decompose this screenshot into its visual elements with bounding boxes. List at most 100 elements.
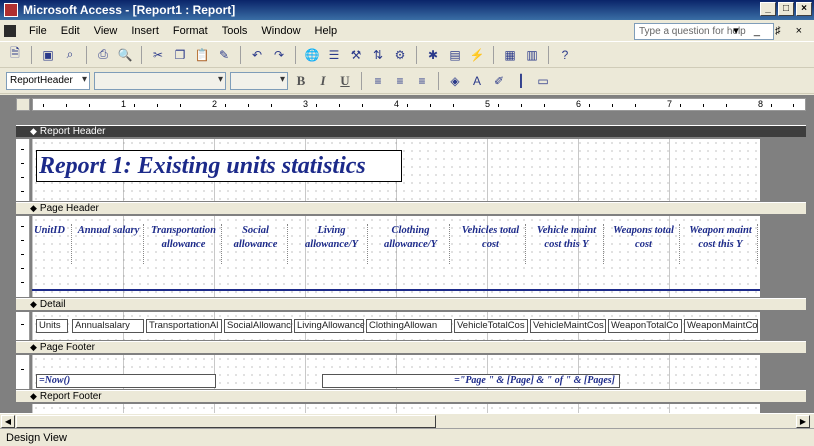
document-window-controls[interactable]: ▾ _ ♯ × (733, 24, 808, 37)
help-icon[interactable]: ? (556, 46, 574, 64)
section-arrow-icon: ◆ (30, 299, 37, 309)
header-underline (32, 289, 760, 291)
scroll-right-icon[interactable]: ▶ (796, 415, 810, 428)
report-footer-bar[interactable]: ◆ Report Footer (16, 390, 806, 403)
align-center-icon[interactable]: ≡ (391, 72, 409, 90)
view-icon[interactable]: 🗎 (6, 46, 24, 64)
detail-field-weaponmaint[interactable]: WeaponMaintCo (684, 319, 758, 333)
menu-tools[interactable]: Tools (215, 25, 255, 37)
report-title-label[interactable]: Report 1: Existing units statistics (36, 150, 402, 182)
vertical-ruler[interactable] (16, 355, 30, 389)
font-color-icon[interactable]: A (468, 72, 486, 90)
scroll-thumb[interactable] (16, 415, 436, 428)
column-header-weapon-maint[interactable]: Weapon maint cost this Y (684, 224, 758, 264)
page-header-label: Page Header (39, 203, 99, 214)
toolbar-separator (141, 45, 142, 64)
report-footer-label: Report Footer (39, 391, 102, 402)
fill-color-icon[interactable]: ◈ (446, 72, 464, 90)
vertical-ruler[interactable] (16, 216, 30, 297)
toolbox-icon[interactable]: ⚒ (347, 46, 365, 64)
detail-field-clothing[interactable]: ClothingAllowan (366, 319, 452, 333)
field-list-icon[interactable]: ☰ (325, 46, 343, 64)
line-width-icon[interactable]: ┃ (512, 72, 530, 90)
page-header-bar[interactable]: ◆ Page Header (16, 202, 806, 215)
print-preview-icon[interactable]: 🔍 (116, 46, 134, 64)
detail-field-units[interactable]: Units (36, 319, 68, 333)
underline-button[interactable]: U (336, 73, 354, 89)
ruler-mark: 2 (212, 99, 218, 109)
paste-icon[interactable]: 📋 (193, 46, 211, 64)
ruler-corner[interactable] (16, 98, 30, 111)
vertical-ruler[interactable] (16, 139, 30, 201)
detail-field-annualsalary[interactable]: Annualsalary (72, 319, 144, 333)
menu-view[interactable]: View (87, 25, 125, 37)
horizontal-scrollbar[interactable]: ◀ ▶ (0, 413, 814, 428)
object-select[interactable]: ReportHeader (6, 71, 90, 90)
detail-field-vehiclemaint[interactable]: VehicleMaintCos (530, 319, 606, 333)
column-header-unitid[interactable]: UnitID (34, 224, 72, 264)
code-icon[interactable]: ✱ (424, 46, 442, 64)
insert-hyperlink-icon[interactable]: 🌐 (303, 46, 321, 64)
autoformat-icon[interactable]: ⚙ (391, 46, 409, 64)
detail-field-vehicletotal[interactable]: VehicleTotalCos (454, 319, 528, 333)
ruler-mark: 5 (485, 99, 491, 109)
file-search-icon[interactable]: ⌕ (61, 46, 79, 64)
redo-icon[interactable]: ↷ (270, 46, 288, 64)
detail-field-transportation[interactable]: TransportationAl (146, 319, 222, 333)
align-left-icon[interactable]: ≡ (369, 72, 387, 90)
build-icon[interactable]: ⚡ (468, 46, 486, 64)
properties-icon[interactable]: ▤ (446, 46, 464, 64)
special-effect-icon[interactable]: ▭ (534, 72, 552, 90)
detail-field-social[interactable]: SocialAllowance (224, 319, 292, 333)
new-object-icon[interactable]: ▥ (523, 46, 541, 64)
align-right-icon[interactable]: ≡ (413, 72, 431, 90)
report-header-bar[interactable]: ◆ Report Header (16, 125, 806, 138)
detail-field-weapontotal[interactable]: WeaponTotalCo (608, 319, 682, 333)
column-header-transportation[interactable]: Transportation allowance (146, 224, 222, 264)
undo-icon[interactable]: ↶ (248, 46, 266, 64)
menu-edit[interactable]: Edit (54, 25, 87, 37)
line-color-icon[interactable]: ✐ (490, 72, 508, 90)
copy-icon[interactable]: ❐ (171, 46, 189, 64)
menu-insert[interactable]: Insert (124, 25, 166, 37)
detail-bar[interactable]: ◆ Detail (16, 298, 806, 311)
column-header-vehicles-total[interactable]: Vehicles total cost (456, 224, 526, 264)
close-button[interactable]: × (796, 2, 812, 16)
menu-window[interactable]: Window (254, 25, 307, 37)
save-icon[interactable]: ▣ (39, 46, 57, 64)
menu-file[interactable]: File (22, 25, 54, 37)
italic-button[interactable]: I (314, 73, 332, 89)
now-date-field[interactable]: =Now() (36, 374, 216, 388)
database-window-icon[interactable]: ▦ (501, 46, 519, 64)
page-header-offpage (760, 216, 806, 297)
column-header-social[interactable]: Social allowance (224, 224, 288, 264)
format-painter-icon[interactable]: ✎ (215, 46, 233, 64)
report-doc-icon[interactable] (4, 24, 16, 37)
scroll-left-icon[interactable]: ◀ (1, 415, 15, 428)
menu-help[interactable]: Help (308, 25, 345, 37)
column-header-annual-salary[interactable]: Annual salary (74, 224, 144, 264)
font-name-select[interactable] (94, 71, 226, 90)
column-header-clothing[interactable]: Clothing allowance/Y (372, 224, 450, 264)
ruler-mark: 3 (303, 99, 309, 109)
title-bar: Microsoft Access - [Report1 : Report] _ … (0, 0, 814, 20)
column-header-living[interactable]: Living allowance/Y (296, 224, 368, 264)
page-footer-bar[interactable]: ◆ Page Footer (16, 341, 806, 354)
menu-format[interactable]: Format (166, 25, 215, 37)
column-header-vehicle-maint[interactable]: Vehicle maint cost this Y (530, 224, 604, 264)
column-header-weapons-total[interactable]: Weapons total cost (608, 224, 680, 264)
access-app-icon (4, 3, 18, 17)
maximize-button[interactable]: □ (778, 2, 794, 16)
vertical-ruler[interactable] (16, 312, 30, 340)
sorting-grouping-icon[interactable]: ⇅ (369, 46, 387, 64)
report-footer-grid[interactable] (32, 404, 760, 413)
minimize-button[interactable]: _ (760, 2, 776, 16)
page-number-field[interactable]: ="Page " & [Page] & " of " & [Pages] (322, 374, 620, 388)
print-icon[interactable]: ⎙ (94, 46, 112, 64)
cut-icon[interactable]: ✂ (149, 46, 167, 64)
horizontal-ruler[interactable]: 1 2 3 4 5 6 7 8 (32, 98, 806, 111)
font-size-select[interactable] (230, 71, 288, 90)
detail-field-living[interactable]: LivingAllowance (294, 319, 364, 333)
bold-button[interactable]: B (292, 73, 310, 89)
ruler-mark: 8 (758, 99, 764, 109)
